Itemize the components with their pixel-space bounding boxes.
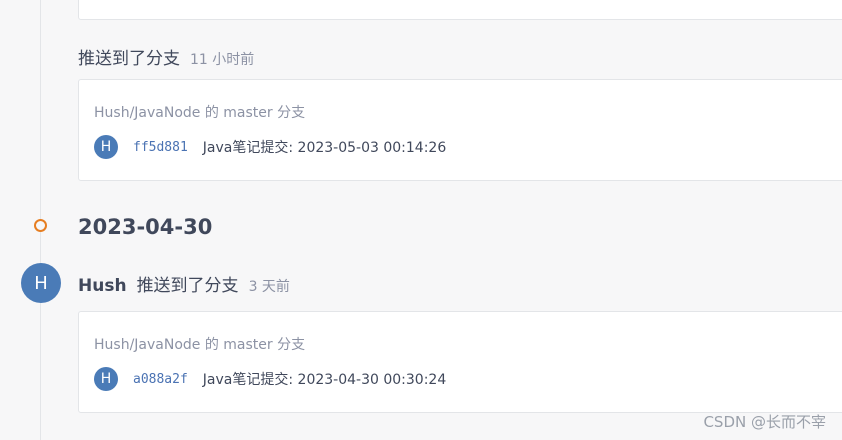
date-dot-icon (34, 219, 47, 232)
user-avatar[interactable]: H (21, 263, 61, 303)
event-action: 推送到了分支 (78, 49, 180, 69)
branch-name[interactable]: Hush/JavaNode 的 master 分支 (94, 334, 305, 354)
event-action: 推送到了分支 (136, 276, 239, 296)
commit-hash-link[interactable]: ff5d881 (133, 140, 188, 155)
event-time: 3 天前 (248, 279, 290, 295)
activity-timeline: 推送到了分支 11 小时前 Hush/JavaNode 的 master 分支 … (0, 0, 842, 440)
event-time: 11 小时前 (190, 52, 255, 68)
commit-row: H ff5d881 Java笔记提交: 2023-05-03 00:14:26 (94, 135, 446, 159)
previous-commit-card (78, 0, 842, 20)
push-event-header: Hush 推送到了分支 3 天前 (78, 271, 290, 296)
watermark: CSDN @长而不宰 (703, 413, 826, 431)
push-event-header: 推送到了分支 11 小时前 (78, 44, 254, 69)
commit-message: Java笔记提交: 2023-04-30 00:30:24 (202, 372, 447, 388)
commit-hash-link[interactable]: a088a2f (133, 372, 188, 387)
date-heading: 2023-04-30 (78, 215, 213, 239)
commit-card: Hush/JavaNode 的 master 分支 H ff5d881 Java… (78, 79, 842, 181)
avatar[interactable]: H (94, 135, 118, 159)
branch-name[interactable]: Hush/JavaNode 的 master 分支 (94, 102, 305, 122)
commit-row: H a088a2f Java笔记提交: 2023-04-30 00:30:24 (94, 367, 446, 391)
commit-message: Java笔记提交: 2023-05-03 00:14:26 (202, 140, 447, 156)
commit-card: Hush/JavaNode 的 master 分支 H a088a2f Java… (78, 311, 842, 413)
avatar[interactable]: H (94, 367, 118, 391)
event-user-link[interactable]: Hush (78, 276, 127, 296)
